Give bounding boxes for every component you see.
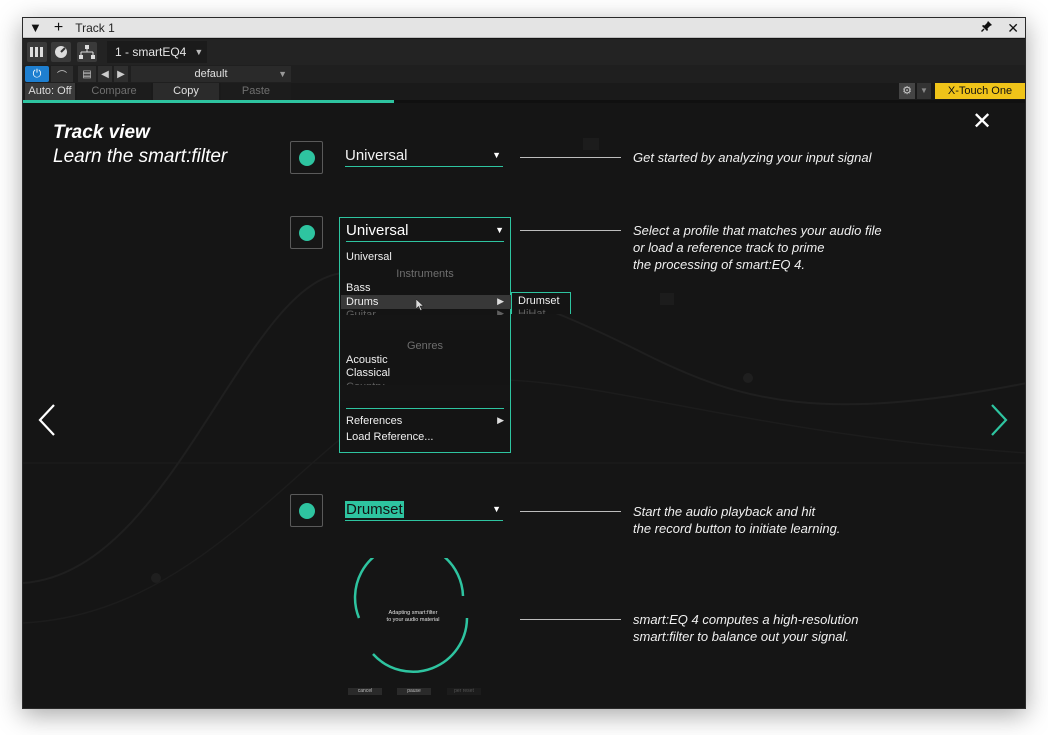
menu-item-drums[interactable]: Drums [346,295,378,309]
profile-dropdown[interactable]: Drumset ▼ [345,501,503,521]
submenu-item-hihat[interactable]: HiHat [518,308,546,314]
chevron-down-icon: ▼ [194,47,204,57]
profile-dropdown-value: Universal [346,222,409,239]
menu-gap [340,385,510,401]
menu-item-load-reference[interactable]: Load Reference... [346,430,433,444]
plugin-header: 1 - smartEQ4 ▼ [23,39,1025,65]
chevron-down-icon: ▼ [492,150,501,160]
profile-dropdown-value: Universal [345,147,408,164]
menu-item-guitar[interactable]: Guitar [346,308,376,315]
window-title: Track 1 [75,21,115,35]
record-dot-icon [299,225,315,241]
next-page-icon[interactable] [989,403,1009,446]
tutorial-title: Track view [53,122,150,143]
paste-button[interactable]: Paste [221,83,291,100]
profile-dropdown-value: Drumset [345,501,404,518]
reset-button[interactable]: per reset [447,688,481,695]
step-caption: Start the audio playback and hit the rec… [633,503,840,537]
step-caption: Get started by analyzing your input sign… [633,149,871,166]
menu-category-instruments: Instruments [396,268,454,280]
caption-line: the record button to initiate learning. [633,521,841,536]
plugin-window: ▼ + Track 1 ✕ 1 - smartEQ4 ▼ ⏻ ⌒ ▤ ◀ ▶ d… [22,17,1026,709]
step-caption: Select a profile that matches your audio… [633,222,882,273]
submenu-arrow-icon: ▶ [497,296,504,306]
chevron-down-icon: ▼ [495,225,504,235]
copy-button[interactable]: Copy [153,83,219,100]
auto-off-button[interactable]: Auto: Off [25,83,75,100]
preset-bar: ⏻ ⌒ ▤ ◀ ▶ default ▼ [23,65,1025,83]
tutorial-subtitle: Learn the smart:filter [53,146,228,167]
caption-line: smart:filter to balance out your signal. [633,629,850,644]
menu-item-acoustic[interactable]: Acoustic [346,353,388,367]
submenu-arrow-icon: ▶ [497,308,504,315]
plugin-slot-label: 1 - smartEQ4 [115,45,187,59]
mouse-cursor-icon [415,298,425,314]
profile-menu: Universal ▼ Universal Instruments Bass D… [339,217,511,453]
caption-line: Select a profile that matches your audio… [633,223,882,238]
record-button[interactable] [290,494,323,527]
connector-line [520,230,621,231]
window-menu-icon[interactable]: ▼ [29,18,42,38]
menu-item-classical[interactable]: Classical [346,366,390,380]
record-button[interactable] [290,216,323,249]
plugin-slot-selector[interactable]: 1 - smartEQ4 ▼ [107,41,207,63]
drums-submenu: Drumset HiHat [511,292,571,314]
menu-category-genres: Genres [406,340,444,352]
chevron-down-icon: ▼ [492,504,501,514]
connector-line [520,157,621,158]
preset-name: default [194,68,228,80]
tutorial-headline: Track view Learn the smart:filter [53,122,227,168]
record-dot-icon [299,150,315,166]
menu-item-bass[interactable]: Bass [346,281,370,295]
title-bar: ▼ + Track 1 ✕ [23,18,1025,38]
headphones-icon[interactable]: ⌒ [51,66,73,82]
caption-line: or load a reference track to prime [633,240,825,255]
menu-separator [346,408,504,409]
chevron-down-icon[interactable]: ▼ [917,83,931,99]
submenu-item-drumset[interactable]: Drumset [518,295,560,307]
caption-line: the processing of smart:EQ 4. [633,257,805,272]
connector-line [520,511,621,512]
menu-gap [340,315,510,330]
knob-icon[interactable] [51,42,71,62]
learning-status-line: to your audio material [386,617,440,623]
routing-tree-icon[interactable] [77,42,97,62]
learning-status-line: Adapting smart:filter [388,610,438,616]
menu-item-universal[interactable]: Universal [346,250,392,264]
submenu-arrow-icon: ▶ [497,415,504,425]
tutorial-overlay: Track view Learn the smart:filter ✕ Univ… [23,103,1025,708]
profile-dropdown[interactable]: Universal ▼ [345,147,503,167]
compare-button[interactable]: Compare [77,83,151,100]
close-window-icon[interactable]: ✕ [1007,18,1019,38]
record-button[interactable] [290,141,323,174]
pin-icon[interactable] [981,18,993,38]
close-tutorial-icon[interactable]: ✕ [971,110,993,134]
previous-page-icon[interactable] [37,403,57,446]
add-icon[interactable]: + [54,18,63,38]
routing-grid-icon[interactable] [27,42,47,62]
gear-icon[interactable]: ⚙ [899,83,915,99]
menu-item-references[interactable]: References [346,414,402,428]
caption-line: Start the audio playback and hit [633,504,816,519]
pause-button[interactable]: pause [397,688,431,695]
power-icon[interactable]: ⏻ [25,66,49,82]
automation-bar: Auto: Off Compare Copy Paste ⚙ ▼ X-Touch… [23,83,1025,100]
step-caption: smart:EQ 4 computes a high-resolution sm… [633,611,858,645]
caption-line: smart:EQ 4 computes a high-resolution [633,612,859,627]
preset-selector[interactable]: default ▼ [131,66,291,82]
caption-line: Get started by analyzing your input sign… [633,150,872,165]
connector-line [520,619,621,620]
xtouch-one-button[interactable]: X-Touch One [935,83,1025,99]
cancel-button[interactable]: cancel [348,688,382,695]
chevron-down-icon: ▼ [278,69,287,79]
record-dot-icon [299,503,315,519]
prev-preset-icon[interactable]: ◀ [98,66,112,82]
file-icon[interactable]: ▤ [78,66,96,82]
learning-status: Adapting smart:filter to your audio mate… [367,610,459,624]
profile-dropdown[interactable]: Universal ▼ [346,222,504,242]
next-preset-icon[interactable]: ▶ [114,66,128,82]
